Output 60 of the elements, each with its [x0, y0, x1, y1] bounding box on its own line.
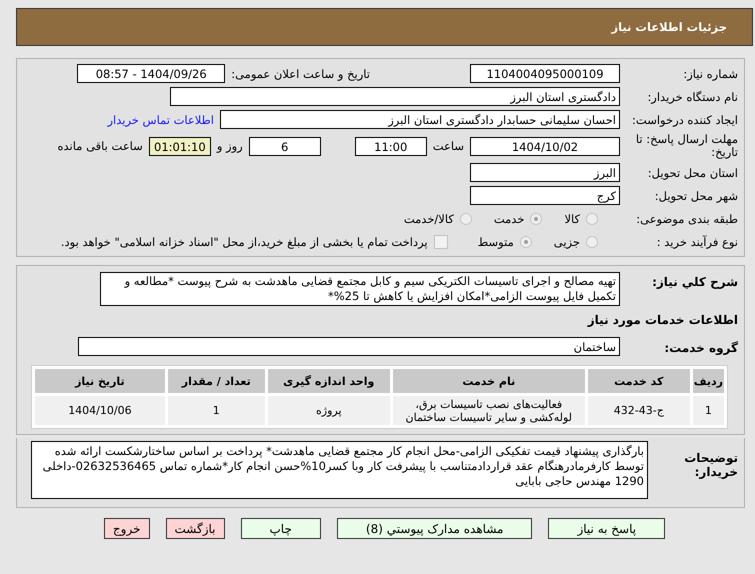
section-title: اطلاعات خدمات مورد نیاز	[588, 312, 738, 327]
field-label: نام دستگاه خریدار:	[646, 90, 738, 104]
table-cell: پروژه	[268, 396, 390, 426]
column-header: کد خدمت	[588, 369, 690, 394]
city-field[interactable]: کرج	[470, 186, 620, 206]
field-label: شرح کلي نياز:	[651, 274, 738, 290]
radio-button[interactable]	[586, 212, 598, 225]
action-button[interactable]: خروج	[104, 518, 150, 540]
column-header: تعداد / مقدار	[168, 369, 265, 394]
field-label: شهر محل تحویل:	[654, 188, 738, 203]
radio-button[interactable]	[460, 212, 472, 225]
contact-link[interactable]: اطلاعات تماس خریدار	[107, 112, 214, 126]
radio-label: جزیی	[554, 234, 580, 249]
page-title: جزئیات اطلاعات نیاز	[611, 20, 727, 34]
field-label: ساعت	[432, 139, 464, 154]
field-label: روز و	[216, 139, 243, 154]
deadline-date-field[interactable]: 1404/10/02	[470, 136, 620, 156]
action-button[interactable]: مشاهده مدارک پیوستي (8)	[336, 518, 532, 540]
column-header: نام خدمت	[392, 369, 585, 394]
radio-button[interactable]	[520, 236, 532, 248]
action-button[interactable]: چاپ	[240, 518, 321, 540]
radio-label: کالا/خدمت	[404, 212, 454, 226]
radio-label: کالا	[564, 212, 580, 226]
table-cell: فعالیت‌های نصب تاسیسات برق، لوله‌کشی و سایر تاسیسات ساختمان	[392, 396, 585, 426]
column-header: واحد اندازه گیری	[268, 369, 390, 394]
need-number-field[interactable]: 1104004095000109	[470, 64, 620, 83]
field-label: مهلت ارسال پاسخ: تا تاریخ:	[634, 133, 738, 160]
creator-field[interactable]: احسان سلیمانی حسابدار دادگستری استان البرز	[220, 110, 620, 129]
table-cell: ج-43-432	[588, 396, 690, 426]
radio-button[interactable]	[586, 236, 598, 248]
announce-date-field[interactable]: 1404/09/26 - 08:57	[77, 64, 226, 83]
action-button[interactable]: پاسخ به نیاز	[548, 518, 666, 540]
buyer-field[interactable]: دادگستری استان البرز	[170, 87, 620, 106]
field-label: استان محل تحویل:	[646, 166, 738, 180]
field-label: توضیحات خریدار:	[683, 450, 738, 480]
deadline-time-field[interactable]: 11:00	[354, 136, 427, 156]
field-label: شماره نیاز:	[682, 66, 738, 80]
table-cell: 1	[168, 396, 265, 426]
radio-button[interactable]	[530, 212, 542, 225]
radio-label: متوسط	[478, 234, 514, 249]
field-label: نوع فرآیند خرید :	[656, 234, 738, 249]
column-header: تاریخ نیاز	[35, 369, 165, 394]
field-label: گروه خدمت:	[663, 340, 738, 356]
notes-field[interactable]: بارگذاری پیشنهاد قیمت تفکیکی الزامی-محل انجام کار مجتمع قضایی ماهدشت* پرداخت بر اساس ساختارشکست ارائه شده توسط کارفرمادرهنگام عقد قراردادمتناسب با پیشرفت کار وبا کسر10%حسن انجام کار*شماره تماس 02632536465-داخلی 1290 مهندس حاجی بابایی	[31, 441, 648, 500]
field-label: ساعت باقی مانده	[58, 139, 143, 154]
remaining-time-field[interactable]: 01:01:10	[148, 136, 211, 156]
checkbox-label: پرداخت تمام یا بخشی از مبلغ خرید،از محل "اسناد خزانه اسلامی" خواهد بود.	[60, 234, 428, 249]
field-label: ایجاد کننده درخواست:	[631, 112, 738, 126]
table-cell: 1404/10/06	[35, 396, 165, 426]
province-field[interactable]: البرز	[470, 163, 620, 182]
action-button[interactable]: بازگشت	[166, 518, 224, 540]
radio-label: خدمت	[494, 212, 524, 226]
field-label: تاریخ و ساعت اعلان عمومی:	[231, 66, 370, 80]
field-label: طبقه بندی موضوعی:	[635, 212, 738, 226]
column-header: ردیف	[692, 369, 724, 394]
description-field[interactable]: تهیه مصالح و اجرای تاسیسات الکتریکی سیم و کابل مجتمع قضایی ماهدشت به شرح پیوست *مطالعه و تکمیل فایل پیوست الزامی*امکان افزایش یا کاهش تا 25%*	[100, 272, 620, 306]
days-field[interactable]: 6	[248, 136, 321, 156]
service-group-field[interactable]: ساختمان	[78, 337, 620, 356]
checkbox[interactable]	[434, 234, 448, 249]
table-cell: 1	[692, 396, 724, 426]
